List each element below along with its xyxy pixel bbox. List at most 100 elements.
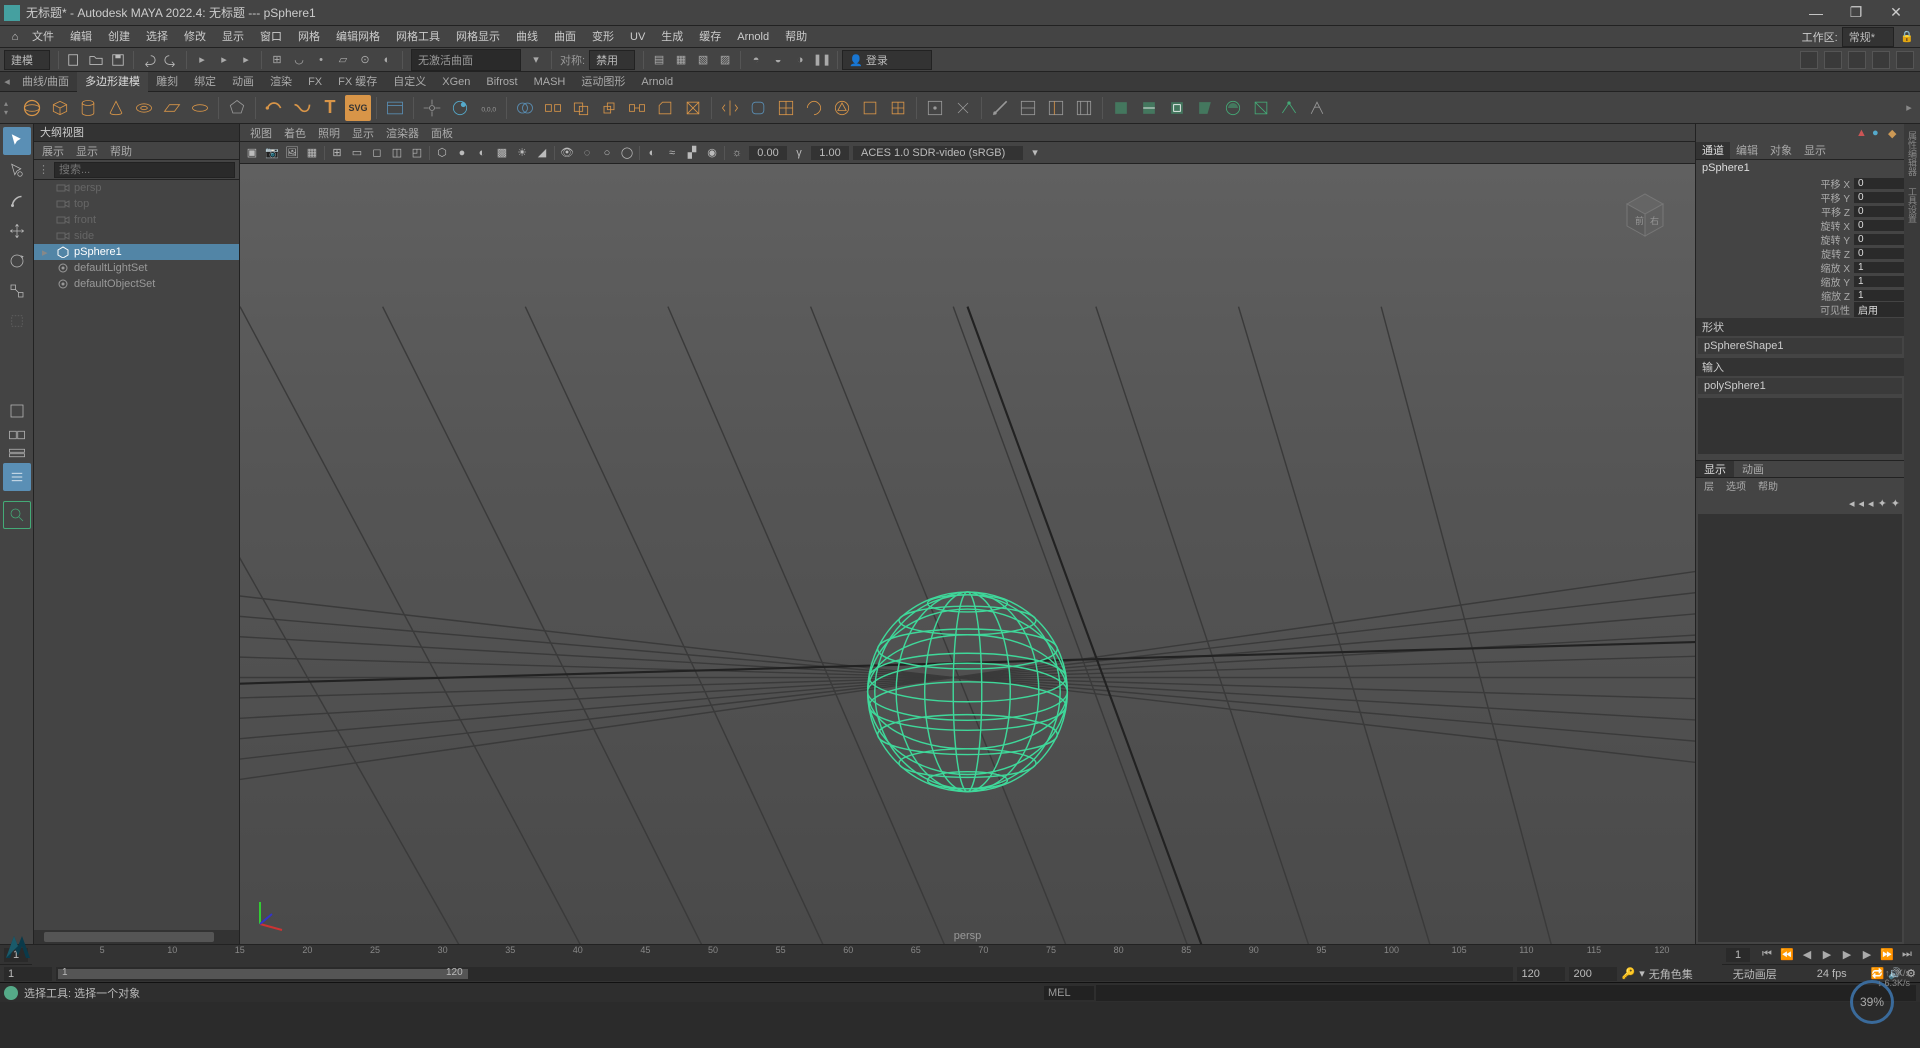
attr-value[interactable]: 1 — [1854, 262, 1904, 273]
shelf-tab-curves[interactable]: 曲线/曲面 — [14, 72, 77, 92]
vt-xray3-icon[interactable]: ◯ — [618, 144, 636, 162]
attr-value[interactable]: 0 — [1854, 178, 1904, 189]
last-tool[interactable] — [3, 307, 31, 335]
crease2-icon[interactable] — [1136, 95, 1162, 121]
workspace-select[interactable]: 常规* — [1842, 27, 1894, 47]
vt-res-icon[interactable]: ◫ — [388, 144, 406, 162]
lasso-tool[interactable] — [3, 157, 31, 185]
redo-icon[interactable] — [161, 50, 181, 70]
panel-toggle-4[interactable] — [1872, 51, 1890, 69]
retopo-icon[interactable] — [801, 95, 827, 121]
vt-isolate-icon[interactable]: 👁 — [558, 144, 576, 162]
vmenu-shading[interactable]: 着色 — [278, 125, 312, 141]
menu-meshtools[interactable]: 网格工具 — [388, 26, 448, 48]
polytorus-icon[interactable] — [131, 95, 157, 121]
freeze-icon[interactable] — [447, 95, 473, 121]
bevel-icon[interactable] — [652, 95, 678, 121]
outliner-search-input[interactable] — [54, 162, 235, 178]
svg-icon[interactable]: SVG — [345, 95, 371, 121]
vt-shadow-icon[interactable]: ◢ — [533, 144, 551, 162]
select-hierarchy-icon[interactable]: ▸ — [192, 50, 212, 70]
maximize-button[interactable]: ❐ — [1836, 0, 1876, 26]
vt-safe-icon[interactable]: ◰ — [408, 144, 426, 162]
vt-wireframe-icon[interactable]: ⬡ — [433, 144, 451, 162]
time-end-field[interactable]: 1 — [1726, 948, 1750, 962]
shelf-tab-xgen[interactable]: XGen — [434, 72, 478, 92]
cbtab-display[interactable]: 显示 — [1798, 142, 1832, 159]
attr-value[interactable]: 0 — [1854, 192, 1904, 203]
scrollbar-thumb[interactable] — [44, 932, 214, 942]
exposure-field[interactable]: 0.00 — [749, 146, 787, 160]
lmenu-layer[interactable]: 层 — [1698, 478, 1720, 494]
cb-icon1[interactable]: ▲ — [1856, 127, 1868, 139]
outliner-item[interactable]: defaultObjectSet — [34, 276, 239, 292]
sidebar-attr-editor[interactable]: 属性编辑器 — [1905, 128, 1919, 178]
shelf-tab-rigging[interactable]: 绑定 — [186, 72, 224, 92]
shelf-prev-icon[interactable]: ▴ — [4, 99, 18, 108]
panel-toggle-5[interactable] — [1896, 51, 1914, 69]
crease7-icon[interactable] — [1276, 95, 1302, 121]
reset-icon[interactable]: 0,0,0 — [475, 95, 501, 121]
step-back-icon[interactable]: ◀ — [1798, 947, 1816, 963]
vt-xray2-icon[interactable]: ○ — [598, 144, 616, 162]
shelf-tab-fx[interactable]: FX — [300, 72, 330, 92]
vt-image-icon[interactable]: 🖼 — [283, 144, 301, 162]
gamma-field[interactable]: 1.00 — [811, 146, 849, 160]
lmenu-help[interactable]: 帮助 — [1752, 478, 1784, 494]
menu-editmesh[interactable]: 编辑网格 — [328, 26, 388, 48]
shelf-tab-polygons[interactable]: 多边形建模 — [77, 72, 148, 92]
insert-edge-icon[interactable] — [1043, 95, 1069, 121]
ig2-icon[interactable]: ▦ — [671, 50, 691, 70]
channel-object-name[interactable]: pSphere1 — [1696, 160, 1904, 176]
reduce-icon[interactable] — [885, 95, 911, 121]
four-pane-icon[interactable] — [3, 427, 31, 443]
account-dropdown[interactable]: 👤 登录 — [842, 50, 932, 70]
outliner-filter-icon[interactable]: ⋮ — [38, 163, 54, 176]
vt-bookmark-icon[interactable]: 📷 — [263, 144, 281, 162]
vt-gamma-icon[interactable]: γ — [790, 144, 808, 162]
vt-dof-icon[interactable]: ◉ — [703, 144, 721, 162]
goto-end-icon[interactable]: ⏭ — [1898, 947, 1916, 963]
menu-modify[interactable]: 修改 — [176, 26, 214, 48]
outliner-item[interactable]: front — [34, 212, 239, 228]
shelf-tab-motion[interactable]: 运动图形 — [573, 72, 633, 92]
layer-icon-3[interactable]: ◂ — [1868, 497, 1874, 510]
attr-value[interactable]: 启用 — [1854, 302, 1904, 317]
vt-motion-icon[interactable]: ≈ — [663, 144, 681, 162]
select-object-icon[interactable]: ▸ — [214, 50, 234, 70]
vt-aa-icon[interactable]: ▞ — [683, 144, 701, 162]
vmenu-view[interactable]: 视图 — [244, 125, 278, 141]
autokey-icon[interactable]: 🔑 — [1621, 967, 1635, 980]
range-slider[interactable]: 1 120 — [56, 967, 1513, 981]
vmenu-lighting[interactable]: 照明 — [312, 125, 346, 141]
ig1-icon[interactable]: ▤ — [649, 50, 669, 70]
target-weld-icon[interactable] — [922, 95, 948, 121]
live-toggle-icon[interactable]: ▾ — [526, 50, 546, 70]
polysphere-icon[interactable] — [19, 95, 45, 121]
close-button[interactable]: ✕ — [1876, 0, 1916, 26]
ltab-anim[interactable]: 动画 — [1734, 461, 1772, 477]
type-icon[interactable]: T — [317, 95, 343, 121]
attr-value[interactable]: 0 — [1854, 234, 1904, 245]
vt-film-icon[interactable]: ▭ — [348, 144, 366, 162]
boolean-icon[interactable] — [568, 95, 594, 121]
lmenu-options[interactable]: 选项 — [1720, 478, 1752, 494]
polycube-icon[interactable] — [47, 95, 73, 121]
colorspace-select[interactable]: ACES 1.0 SDR-video (sRGB) — [853, 146, 1023, 160]
outliner-toggle-icon[interactable] — [3, 463, 31, 491]
subdiv-icon[interactable] — [773, 95, 799, 121]
layer-icon-5[interactable]: ✦ — [1891, 497, 1900, 510]
menu-arnold[interactable]: Arnold — [729, 26, 777, 48]
colorspace-dropdown-icon[interactable]: ▾ — [1026, 144, 1044, 162]
live-surface-field[interactable]: 无激活曲面 — [411, 49, 521, 71]
smooth-icon[interactable] — [745, 95, 771, 121]
layer-icon-1[interactable]: ◂ — [1849, 497, 1855, 510]
menu-create[interactable]: 创建 — [100, 26, 138, 48]
command-input[interactable] — [1096, 985, 1916, 1001]
snap-center-icon[interactable]: ⊙ — [355, 50, 375, 70]
shelf-tab-custom[interactable]: 自定义 — [385, 72, 434, 92]
single-pane-icon[interactable] — [3, 397, 31, 425]
shelf-tab-bifrost[interactable]: Bifrost — [478, 72, 525, 92]
crease1-icon[interactable] — [1108, 95, 1134, 121]
crease8-icon[interactable] — [1304, 95, 1330, 121]
